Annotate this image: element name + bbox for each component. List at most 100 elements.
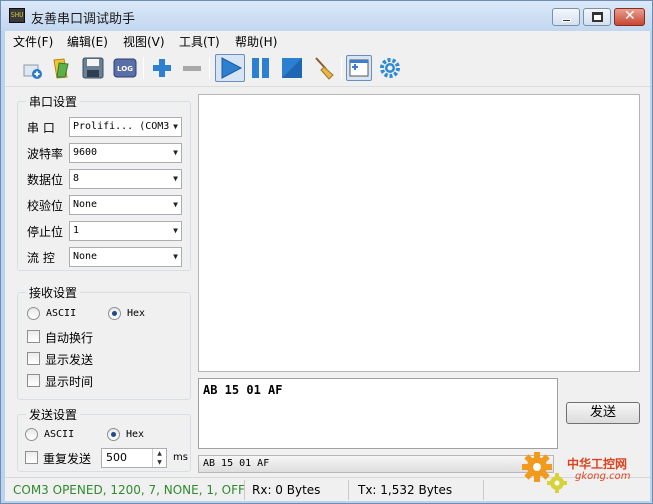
parity-select[interactable]: None ▼ <box>69 195 182 215</box>
toolbar: LOG <box>5 51 650 87</box>
show-time-checkbox[interactable] <box>27 374 40 387</box>
pause-button[interactable] <box>248 55 274 81</box>
show-time-label: 显示时间 <box>45 375 94 389</box>
auto-wrap-label: 自动换行 <box>45 331 94 345</box>
menu-bar: 文件(F) 编辑(E) 视图(V) 工具(T) 帮助(H) <box>5 31 650 51</box>
new-icon <box>23 64 42 79</box>
port-label: 串 口 <box>27 121 55 135</box>
minimize-button[interactable] <box>552 8 580 26</box>
chevron-down-icon: ▼ <box>173 122 178 131</box>
client-area: 文件(F) 编辑(E) 视图(V) 工具(T) 帮助(H) LOG 串口设置 串… <box>5 31 650 501</box>
menu-edit[interactable]: 编辑(E) <box>67 33 108 50</box>
interval-value: 500 <box>106 451 127 464</box>
receive-hex-radio[interactable] <box>108 307 121 320</box>
app-window: SHU 友善串口调试助手 ✕ 文件(F) 编辑(E) 视图(V) 工具(T) 帮… <box>0 0 653 504</box>
clear-broom-icon <box>315 57 334 80</box>
spin-arrows-icon[interactable]: ▲ ▼ <box>152 449 166 467</box>
flow-value: None <box>73 251 98 262</box>
save-button[interactable] <box>80 55 106 81</box>
watermark-domain: gkong.com <box>575 471 631 482</box>
add-icon <box>153 59 171 77</box>
status-divider <box>244 480 245 500</box>
baud-value: 9600 <box>73 147 98 158</box>
log-button[interactable]: LOG <box>112 55 138 81</box>
repeat-send-label: 重复发送 <box>43 452 92 466</box>
send-button[interactable]: 发送 <box>566 402 640 424</box>
baud-select[interactable]: 9600 ▼ <box>69 143 182 163</box>
tx-count: Tx: 1,532 Bytes <box>358 483 453 497</box>
title-bar[interactable]: SHU 友善串口调试助手 ✕ <box>1 1 652 31</box>
interval-input[interactable]: 500 ▲ ▼ <box>101 448 167 468</box>
window-title: 友善串口调试助手 <box>31 12 136 27</box>
settings-button[interactable] <box>377 55 403 81</box>
send-hex-label: Hex <box>126 429 145 440</box>
databits-select[interactable]: 8 ▼ <box>69 169 182 189</box>
send-ascii-radio[interactable] <box>25 428 38 441</box>
maximize-icon <box>592 12 603 22</box>
port-status: COM3 OPENED, 1200, 7, NONE, 1, OFF <box>13 483 245 497</box>
watermark-logo: 中华工控网 gkong.com <box>517 449 647 499</box>
repeat-send-checkbox[interactable] <box>25 451 38 464</box>
send-hex-radio[interactable] <box>107 428 120 441</box>
menu-tools[interactable]: 工具(T) <box>179 33 220 50</box>
window-icon <box>349 59 369 77</box>
stopbits-label: 停止位 <box>27 225 64 239</box>
chevron-down-icon: ▼ <box>173 252 178 261</box>
receive-hex-label: Hex <box>127 308 146 319</box>
receive-textarea[interactable] <box>198 94 640 372</box>
add-button[interactable] <box>149 55 175 81</box>
send-history-select[interactable]: AB 15 01 AF <box>198 455 554 473</box>
serial-settings-title: 串口设置 <box>26 93 81 110</box>
port-value: Prolifi... (COM3 <box>73 121 170 132</box>
save-icon <box>82 57 104 79</box>
toolbar-separator <box>341 57 342 79</box>
close-icon: ✕ <box>624 8 636 24</box>
watermark-title: 中华工控网 <box>567 457 628 471</box>
stopbits-select[interactable]: 1 ▼ <box>69 221 182 241</box>
log-icon: LOG <box>113 58 137 78</box>
remove-icon <box>183 66 201 71</box>
remove-button[interactable] <box>179 55 205 81</box>
new-button[interactable] <box>19 55 45 81</box>
app-icon: SHU <box>9 8 25 23</box>
databits-label: 数据位 <box>27 173 64 187</box>
maximize-button[interactable] <box>583 8 611 26</box>
send-input-text: AB 15 01 AF <box>203 383 283 397</box>
settings-gear-icon <box>380 58 400 78</box>
chevron-down-icon: ▼ <box>173 226 178 235</box>
close-button[interactable]: ✕ <box>614 8 645 26</box>
chevron-down-icon: ▼ <box>173 174 178 183</box>
receive-ascii-radio[interactable] <box>27 307 40 320</box>
pause-icon <box>252 58 269 78</box>
open-button[interactable] <box>49 55 75 81</box>
auto-wrap-checkbox[interactable] <box>27 330 40 343</box>
interval-unit: ms <box>173 452 188 463</box>
receive-ascii-label: ASCII <box>46 308 77 319</box>
play-button[interactable] <box>215 54 245 82</box>
receive-settings-title: 接收设置 <box>26 284 81 301</box>
menu-file[interactable]: 文件(F) <box>13 33 53 50</box>
stop-button[interactable] <box>279 55 305 81</box>
databits-value: 8 <box>73 173 80 184</box>
menu-view[interactable]: 视图(V) <box>123 33 165 50</box>
menu-help[interactable]: 帮助(H) <box>235 33 277 50</box>
toolbar-separator <box>143 57 144 79</box>
port-select[interactable]: Prolifi... (COM3 ▼ <box>69 117 182 137</box>
show-send-checkbox[interactable] <box>27 352 40 365</box>
stopbits-value: 1 <box>73 225 80 236</box>
rx-count: Rx: 0 Bytes <box>252 483 321 497</box>
chevron-down-icon: ▼ <box>173 200 178 209</box>
toolbar-separator <box>209 57 210 79</box>
baud-label: 波特率 <box>27 147 64 161</box>
show-send-label: 显示发送 <box>45 353 94 367</box>
send-ascii-label: ASCII <box>44 429 75 440</box>
svg-text:LOG: LOG <box>117 65 133 73</box>
parity-value: None <box>73 199 98 210</box>
send-input[interactable]: AB 15 01 AF <box>198 378 558 449</box>
serial-settings-group: 串口设置 串 口 Prolifi... (COM3 ▼ 波特率 9600 ▼ 数… <box>17 93 191 271</box>
send-settings-title: 发送设置 <box>26 406 81 423</box>
window-button[interactable] <box>346 55 372 81</box>
clear-button[interactable] <box>311 55 337 81</box>
flow-select[interactable]: None ▼ <box>69 247 182 267</box>
status-divider <box>348 480 349 500</box>
